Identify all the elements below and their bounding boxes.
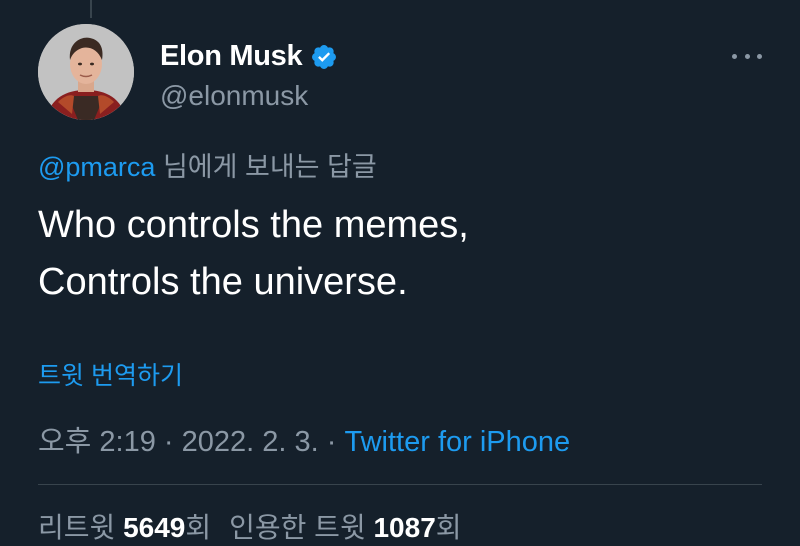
- quotes-count: 1087: [373, 512, 436, 543]
- tweet-time[interactable]: 오후 2:19: [38, 426, 156, 458]
- tweet-stats: 리트윗 5649회 인용한 트윗 1087회: [38, 506, 462, 546]
- retweets-stat[interactable]: 리트윗 5649회: [38, 512, 211, 543]
- reply-mention-link[interactable]: @pmarca: [38, 152, 155, 182]
- verified-badge-icon: [310, 43, 338, 71]
- quote-tweets-stat[interactable]: 인용한 트윗 1087회: [229, 512, 461, 543]
- tweet-source-link[interactable]: Twitter for iPhone: [345, 426, 571, 458]
- tweet-date[interactable]: 2022. 2. 3.: [182, 426, 319, 458]
- author-display-name[interactable]: Elon Musk: [160, 40, 303, 73]
- retweets-label: 리트윗: [38, 512, 124, 543]
- profile-photo-icon: [38, 24, 134, 120]
- tweet-text: Who controls the memes, Controls the uni…: [38, 197, 469, 311]
- author-handle[interactable]: @elonmusk: [160, 80, 308, 112]
- tweet-text-line: Controls the universe.: [38, 261, 408, 303]
- meta-separator: ·: [318, 426, 345, 458]
- thread-connector-line: [90, 0, 92, 18]
- meta-separator: ·: [155, 426, 182, 458]
- translate-tweet-link[interactable]: 트윗 번역하기: [38, 356, 183, 392]
- quotes-label: 인용한 트윗: [229, 512, 374, 543]
- quotes-unit: 회: [435, 512, 462, 543]
- tweet-text-line: Who controls the memes,: [38, 204, 469, 246]
- avatar[interactable]: [38, 24, 134, 120]
- retweets-count: 5649: [123, 512, 186, 543]
- retweets-unit: 회: [185, 512, 212, 543]
- more-options-icon[interactable]: [732, 46, 762, 66]
- reply-to-suffix: 님에게 보내는 답글: [155, 152, 377, 182]
- divider: [38, 484, 762, 485]
- tweet-metadata: 오후 2:19 · 2022. 2. 3. · Twitter for iPho…: [38, 418, 570, 460]
- author-name-row: Elon Musk: [160, 40, 338, 73]
- reply-to-line: @pmarca 님에게 보내는 답글: [38, 145, 377, 184]
